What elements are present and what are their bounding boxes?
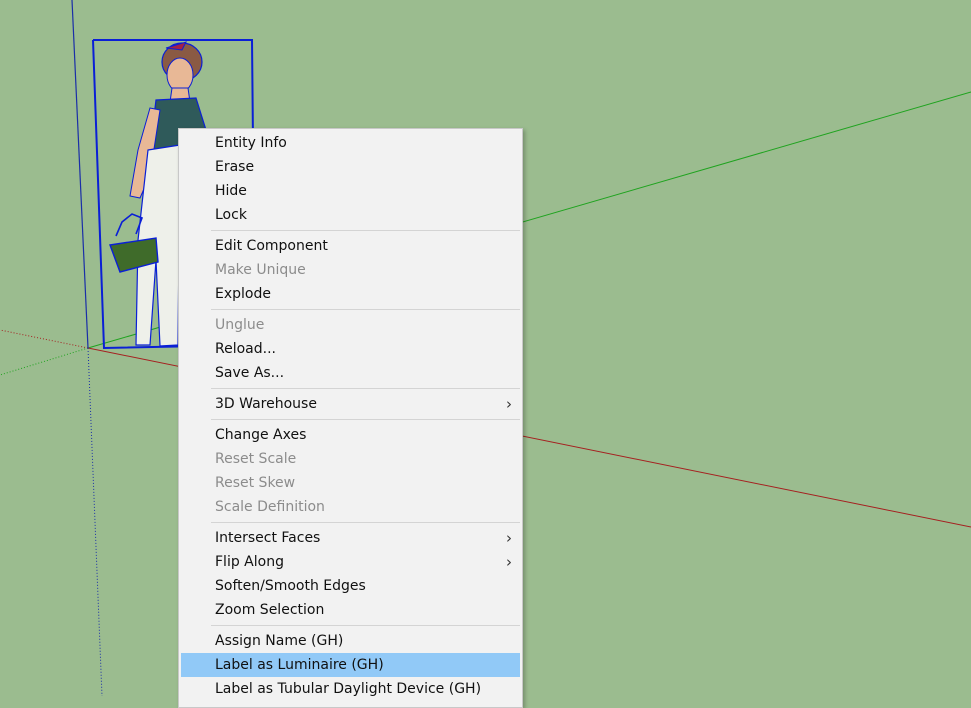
menu-separator (211, 625, 520, 626)
menu-item-label: Reload... (215, 341, 276, 357)
menu-item-label-as-luminaire-gh[interactable]: Label as Luminaire (GH) (181, 653, 520, 677)
menu-item-label: Hide (215, 183, 247, 199)
green-axis-negative (0, 347, 89, 376)
red-axis-negative (0, 329, 89, 349)
menu-item-label: Reset Scale (215, 451, 297, 467)
menu-item-label-as-tubular-daylight-device-gh[interactable]: Label as Tubular Daylight Device (GH) (181, 677, 520, 701)
menu-item-assign-name-gh[interactable]: Assign Name (GH) (181, 629, 520, 653)
menu-item-label: Intersect Faces (215, 530, 321, 546)
menu-separator (211, 419, 520, 420)
menu-item-label: Zoom Selection (215, 602, 325, 618)
menu-item-label: 3D Warehouse (215, 396, 317, 412)
menu-item-label: Scale Definition (215, 499, 325, 515)
menu-item-explode[interactable]: Explode (181, 282, 520, 306)
chevron-right-icon: › (506, 395, 512, 413)
menu-item-label: Change Axes (215, 427, 307, 443)
menu-item-hide[interactable]: Hide (181, 179, 520, 203)
menu-item-reset-scale: Reset Scale (181, 447, 520, 471)
menu-item-label: Soften/Smooth Edges (215, 578, 366, 594)
menu-item-erase[interactable]: Erase (181, 155, 520, 179)
menu-separator (211, 230, 520, 231)
menu-separator (211, 522, 520, 523)
menu-item-intersect-faces[interactable]: Intersect Faces › (181, 526, 520, 550)
menu-item-label: Label as Luminaire (GH) (215, 657, 384, 673)
menu-item-edit-component[interactable]: Edit Component (181, 234, 520, 258)
menu-item-save-as[interactable]: Save As... (181, 361, 520, 385)
menu-item-flip-along[interactable]: Flip Along › (181, 550, 520, 574)
menu-item-label: Make Unique (215, 262, 306, 278)
menu-item-label: Unglue (215, 317, 265, 333)
menu-item-reset-skew: Reset Skew (181, 471, 520, 495)
chevron-right-icon: › (506, 553, 512, 571)
menu-item-reload[interactable]: Reload... (181, 337, 520, 361)
menu-item-zoom-selection[interactable]: Zoom Selection (181, 598, 520, 622)
person-bag-tools (115, 213, 144, 237)
menu-item-unglue: Unglue (181, 313, 520, 337)
blue-axis-negative (87, 347, 103, 696)
menu-item-label: Label as Tubular Daylight Device (GH) (215, 681, 482, 697)
person-face (166, 57, 194, 93)
menu-item-label: Explode (215, 286, 271, 302)
menu-item-label: Lock (215, 207, 247, 223)
menu-item-scale-definition: Scale Definition (181, 495, 520, 519)
chevron-right-icon: › (506, 529, 512, 547)
menu-item-lock[interactable]: Lock (181, 203, 520, 227)
menu-item-change-axes[interactable]: Change Axes (181, 423, 520, 447)
menu-item-3d-warehouse[interactable]: 3D Warehouse › (181, 392, 520, 416)
menu-item-label: Edit Component (215, 238, 328, 254)
menu-item-label: Erase (215, 159, 255, 175)
blue-axis (71, 0, 89, 349)
menu-item-entity-info[interactable]: Entity Info (181, 131, 520, 155)
menu-item-label: Entity Info (215, 135, 287, 151)
menu-item-make-unique: Make Unique (181, 258, 520, 282)
menu-separator (211, 309, 520, 310)
menu-item-label: Reset Skew (215, 475, 296, 491)
menu-item-label: Save As... (215, 365, 285, 381)
menu-item-label: Flip Along (215, 554, 284, 570)
menu-separator (211, 388, 520, 389)
context-menu: Entity Info Erase Hide Lock Edit Component Ma… (178, 128, 523, 708)
menu-item-soften-smooth-edges[interactable]: Soften/Smooth Edges (181, 574, 520, 598)
menu-item-label: Assign Name (GH) (215, 633, 344, 649)
